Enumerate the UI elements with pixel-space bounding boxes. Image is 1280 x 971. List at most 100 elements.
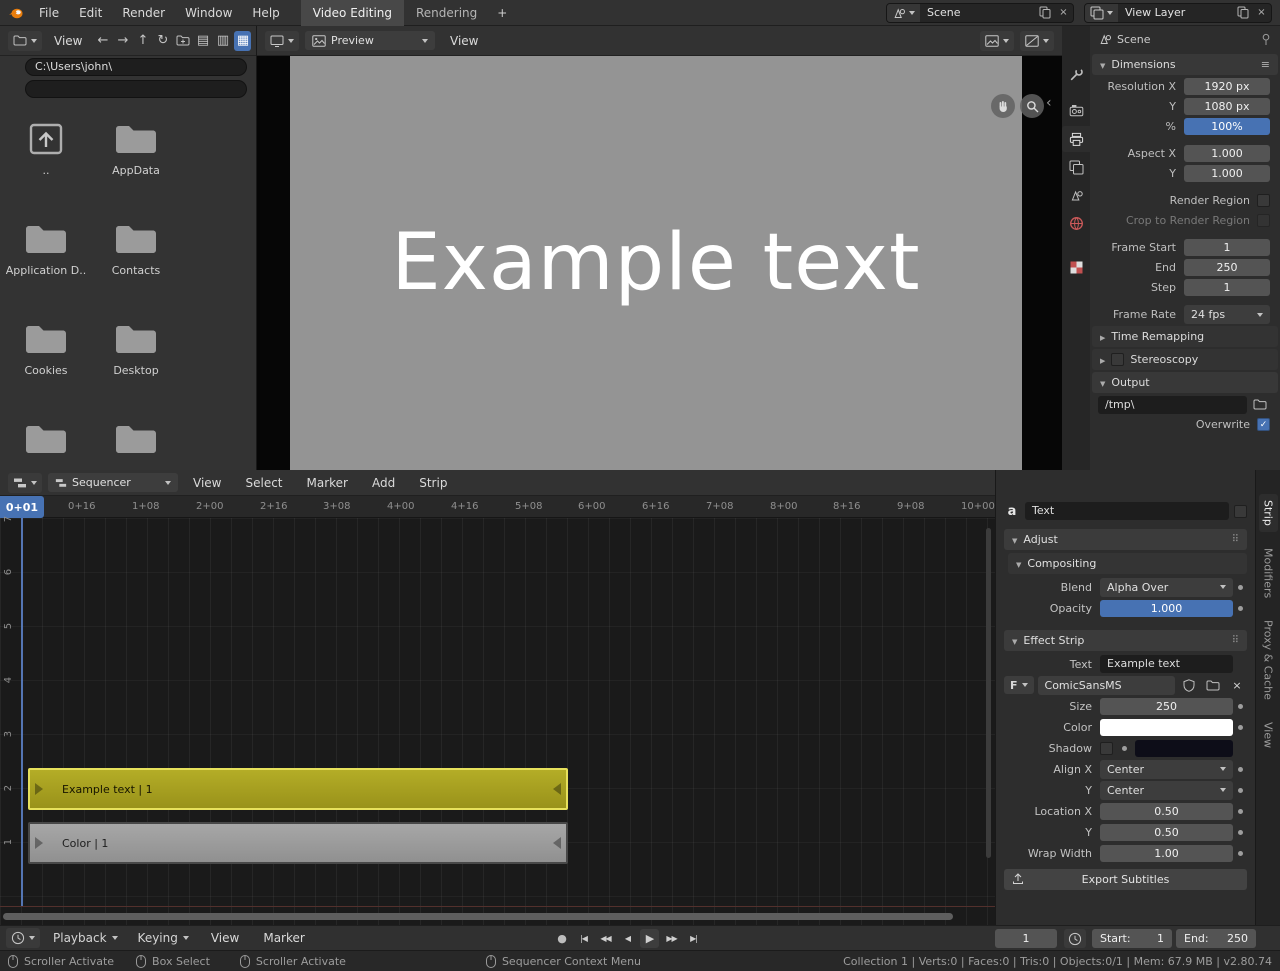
animate-dot[interactable] <box>1238 725 1243 730</box>
browse-scene-dropdown[interactable] <box>887 4 920 22</box>
animate-dot[interactable] <box>1238 585 1243 590</box>
up-button[interactable]: ↑ <box>134 31 151 51</box>
animate-dot[interactable] <box>1238 809 1243 814</box>
tab-output[interactable] <box>1062 126 1090 152</box>
render-region-checkbox[interactable] <box>1257 194 1270 207</box>
horizontal-scrollbar[interactable] <box>3 913 953 920</box>
file-path-input[interactable]: C:\Users\john\ <box>25 58 247 76</box>
overwrite-checkbox[interactable] <box>1257 418 1270 431</box>
animate-dot[interactable] <box>1238 830 1243 835</box>
time-remapping-panel-header[interactable]: Time Remapping <box>1092 326 1278 347</box>
seq-add-menu[interactable]: Add <box>363 470 404 496</box>
playhead[interactable] <box>21 518 23 906</box>
location-x-field[interactable]: 0.50 <box>1100 803 1233 820</box>
open-output-folder-icon[interactable] <box>1250 396 1270 414</box>
font-id-dropdown[interactable]: F <box>1004 676 1034 694</box>
blend-dropdown[interactable]: Alpha Over <box>1100 578 1233 597</box>
blender-logo-icon[interactable] <box>8 5 24 21</box>
pan-gizmo[interactable] <box>991 94 1015 118</box>
menu-render[interactable]: Render <box>113 0 174 26</box>
collapse-gizmo-arrow[interactable]: ‹ <box>1046 96 1052 110</box>
resolution-y-field[interactable]: 1080 px <box>1184 98 1270 115</box>
create-directory-button[interactable] <box>174 31 191 51</box>
auto-keyframe-button[interactable]: ● <box>552 929 571 948</box>
folder-item-desktop[interactable]: Desktop <box>92 322 180 377</box>
vertical-scrollbar[interactable] <box>986 528 991 858</box>
unlink-scene-button[interactable]: × <box>1054 4 1073 22</box>
drag-handle-icon[interactable]: ⠿ <box>1232 534 1239 545</box>
folder-item-contacts[interactable]: Contacts <box>92 222 180 277</box>
next-keyframe-button[interactable]: ▶▶ <box>662 929 681 948</box>
display-vertical-list-button[interactable]: ▤ <box>194 31 211 51</box>
align-y-dropdown[interactable]: Center <box>1100 781 1233 800</box>
pin-icon[interactable] <box>1260 33 1272 46</box>
menu-help[interactable]: Help <box>243 0 288 26</box>
tab-tool[interactable] <box>1062 61 1090 87</box>
opacity-slider[interactable]: 1.000 <box>1100 600 1233 617</box>
zoom-gizmo[interactable] <box>1020 94 1044 118</box>
unlink-font-button[interactable]: × <box>1227 676 1247 694</box>
export-subtitles-button[interactable]: Export Subtitles <box>1004 869 1247 890</box>
frame-step-field[interactable]: 1 <box>1184 279 1270 296</box>
strip-right-handle[interactable] <box>553 837 561 849</box>
end-frame-field[interactable]: End: 250 <box>1176 929 1256 948</box>
effect-strip-panel-header[interactable]: Effect Strip ⠿ <box>1004 630 1247 651</box>
tab-modifiers[interactable]: Modifiers <box>1259 542 1278 604</box>
seq-view-menu[interactable]: View <box>184 470 230 496</box>
strip-example-text[interactable]: Example text | 1 <box>28 768 568 810</box>
file-view-menu[interactable]: View <box>45 28 91 54</box>
play-button[interactable]: ▶ <box>640 929 659 948</box>
seq-marker-menu[interactable]: Marker <box>298 470 357 496</box>
overlay-dropdown[interactable] <box>1020 31 1054 51</box>
keying-dropdown[interactable]: Keying <box>131 931 196 945</box>
refresh-button[interactable]: ↻ <box>154 31 171 51</box>
shadow-color-swatch[interactable] <box>1135 740 1233 757</box>
align-x-dropdown[interactable]: Center <box>1100 760 1233 779</box>
fake-user-shield-icon[interactable] <box>1179 676 1199 694</box>
sequencer-display-mode-dropdown[interactable]: Sequencer <box>48 473 178 492</box>
editor-type-file-browser[interactable] <box>8 31 42 51</box>
use-preview-range-button[interactable] <box>1064 929 1086 948</box>
resolution-percent-field[interactable]: 100% <box>1184 118 1270 135</box>
start-frame-field[interactable]: Start: 1 <box>1092 929 1172 948</box>
seq-strip-menu[interactable]: Strip <box>410 470 456 496</box>
strip-left-handle[interactable] <box>35 783 43 795</box>
scene-name[interactable]: Scene <box>920 6 1035 19</box>
timeline-ruler[interactable]: 0+16 1+08 2+00 2+16 3+08 4+00 4+16 5+08 … <box>0 496 995 518</box>
menu-file[interactable]: File <box>30 0 68 26</box>
tab-strip[interactable]: Strip <box>1259 494 1278 532</box>
frame-start-field[interactable]: 1 <box>1184 239 1270 256</box>
current-frame-field[interactable]: 1 <box>995 929 1057 948</box>
editor-type-preview[interactable] <box>265 31 299 51</box>
folder-item[interactable] <box>92 422 180 464</box>
panel-presets-icon[interactable]: ≡ <box>1261 58 1270 71</box>
strip-name-field[interactable]: Text <box>1025 502 1229 520</box>
file-name-input[interactable] <box>25 80 247 98</box>
tab-texture[interactable] <box>1062 254 1090 280</box>
animate-dot[interactable] <box>1238 704 1243 709</box>
tab-view-layer[interactable] <box>1062 154 1090 180</box>
strip-name-checkbox[interactable] <box>1234 505 1247 518</box>
menu-edit[interactable]: Edit <box>70 0 111 26</box>
animate-dot[interactable] <box>1238 767 1243 772</box>
workspace-tab-video-editing[interactable]: Video Editing <box>301 0 404 26</box>
text-field[interactable]: Example text <box>1100 655 1233 673</box>
stereoscopy-checkbox[interactable] <box>1111 353 1124 366</box>
dimensions-panel-header[interactable]: Dimensions ≡ <box>1092 54 1278 75</box>
jump-to-end-button[interactable]: ▶| <box>684 929 703 948</box>
remove-view-layer-button[interactable]: × <box>1252 4 1271 22</box>
drag-handle-icon[interactable]: ⠿ <box>1232 635 1239 646</box>
crop-render-region-checkbox[interactable] <box>1257 214 1270 227</box>
adjust-panel-header[interactable]: Adjust ⠿ <box>1004 529 1247 550</box>
preview-view-menu[interactable]: View <box>441 28 487 54</box>
jump-to-start-button[interactable]: |◀ <box>574 929 593 948</box>
forward-button[interactable]: → <box>114 31 131 51</box>
display-horizontal-list-button[interactable]: ▥ <box>214 31 231 51</box>
location-y-field[interactable]: 0.50 <box>1100 824 1233 841</box>
font-name-field[interactable]: ComicSansMS <box>1038 676 1175 695</box>
strip-right-handle[interactable] <box>553 783 561 795</box>
open-font-folder-icon[interactable] <box>1203 676 1223 694</box>
tab-view[interactable]: View <box>1259 716 1278 754</box>
animate-dot[interactable] <box>1238 788 1243 793</box>
new-view-layer-button[interactable] <box>1233 4 1252 22</box>
